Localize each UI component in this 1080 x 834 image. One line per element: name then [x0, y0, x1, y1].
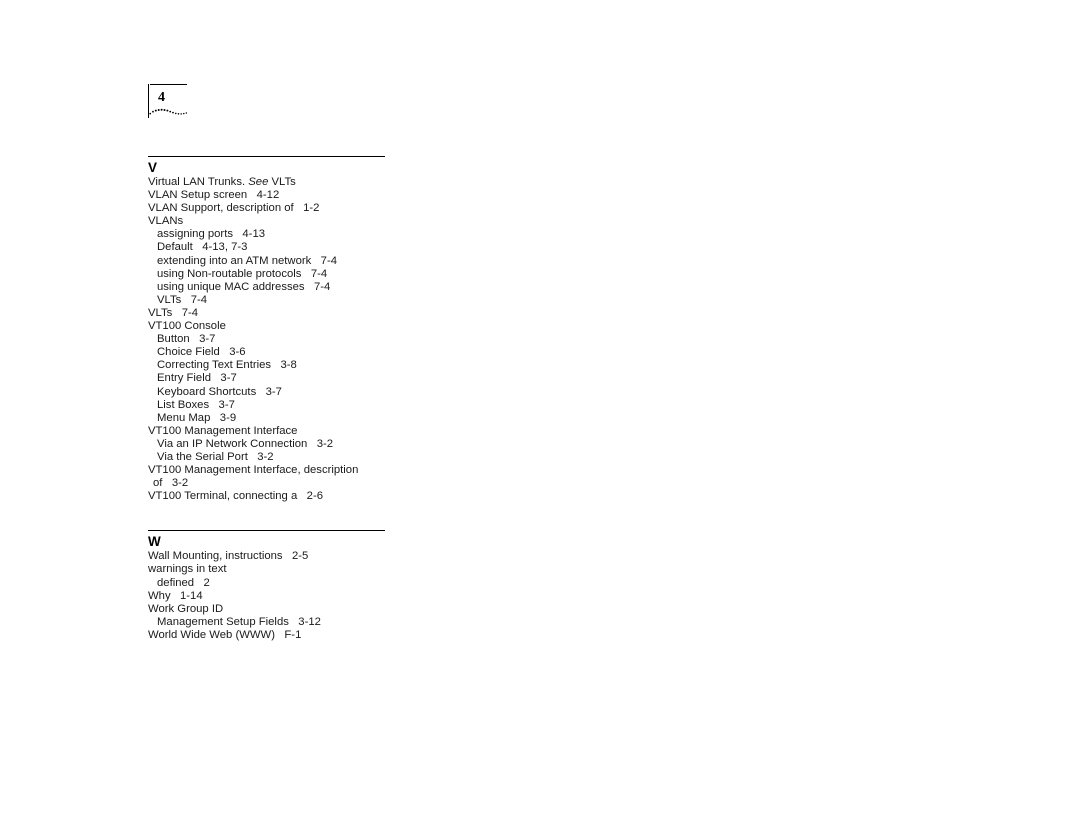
- index-entry: using unique MAC addresses 7-4: [157, 280, 331, 293]
- index-entry-see: See: [248, 176, 269, 188]
- index-entry: warnings in text: [148, 563, 227, 576]
- index-entry: VT100 Console: [148, 320, 226, 333]
- index-entry: using Non-routable protocols 7-4: [157, 267, 328, 280]
- index-entry-continuation: of 3-2: [153, 477, 189, 490]
- page-number-marker: 4: [148, 84, 188, 126]
- index-body: V Virtual LAN Trunks. See VLTs VLAN Setu…: [148, 156, 568, 642]
- entry-list-v: Virtual LAN Trunks. See VLTs VLAN Setup …: [148, 176, 568, 503]
- index-entry: Work Group ID: [148, 602, 224, 615]
- index-entry: VLAN Support, description of 1-2: [148, 202, 320, 215]
- index-entry: Why 1-14: [148, 589, 203, 602]
- index-entry: VT100 Management Interface: [148, 424, 298, 437]
- section-letter-v: V: [148, 160, 158, 175]
- index-entry: assigning ports 4-13: [157, 228, 266, 241]
- index-entry: VT100 Management Interface, description: [148, 464, 359, 477]
- index-entry: VLTs 7-4: [157, 293, 208, 306]
- index-entry: VLAN Setup screen 4-12: [148, 189, 280, 202]
- marker-top-rule: [150, 84, 187, 85]
- index-entry-text-after: VLTs: [268, 176, 296, 188]
- index-section-v: V Virtual LAN Trunks. See VLTs VLAN Setu…: [148, 156, 568, 503]
- index-entry: Default 4-13, 7-3: [157, 241, 248, 254]
- index-entry: defined 2: [157, 576, 210, 589]
- index-entry: Wall Mounting, instructions 2-5: [148, 550, 309, 563]
- index-entry: VLANs: [148, 215, 184, 228]
- index-entry: Via an IP Network Connection 3-2: [157, 437, 334, 450]
- index-entry-text: Virtual LAN Trunks.: [148, 176, 249, 188]
- index-entry: VLTs 7-4: [148, 306, 199, 319]
- section-rule-v: [148, 156, 385, 157]
- index-entry: Virtual LAN Trunks. See VLTs: [148, 176, 568, 189]
- index-entry: List Boxes 3-7: [157, 398, 235, 411]
- index-entry: Correcting Text Entries 3-8: [157, 359, 297, 372]
- index-entry: Keyboard Shortcuts 3-7: [157, 385, 282, 398]
- index-entry: VT100 Terminal, connecting a 2-6: [148, 490, 323, 503]
- index-entry: extending into an ATM network 7-4: [157, 254, 338, 267]
- entry-list-w: Wall Mounting, instructions 2-5 warnings…: [148, 550, 568, 642]
- index-entry: Management Setup Fields 3-12: [157, 615, 321, 628]
- index-entry: Choice Field 3-6: [157, 346, 246, 359]
- index-entry: Via the Serial Port 3-2: [157, 450, 274, 463]
- section-rule-w: [148, 530, 385, 532]
- dotted-wave-decoration-icon: [149, 108, 187, 115]
- index-section-w: W Wall Mounting, instructions 2-5 warnin…: [148, 530, 568, 642]
- index-entry: Button 3-7: [157, 333, 216, 346]
- page-number: 4: [158, 90, 165, 105]
- section-letter-w: W: [148, 534, 161, 550]
- index-entry: World Wide Web (WWW) F-1: [148, 628, 302, 641]
- index-entry: Menu Map 3-9: [157, 411, 237, 424]
- index-entry: Entry Field 3-7: [157, 372, 237, 385]
